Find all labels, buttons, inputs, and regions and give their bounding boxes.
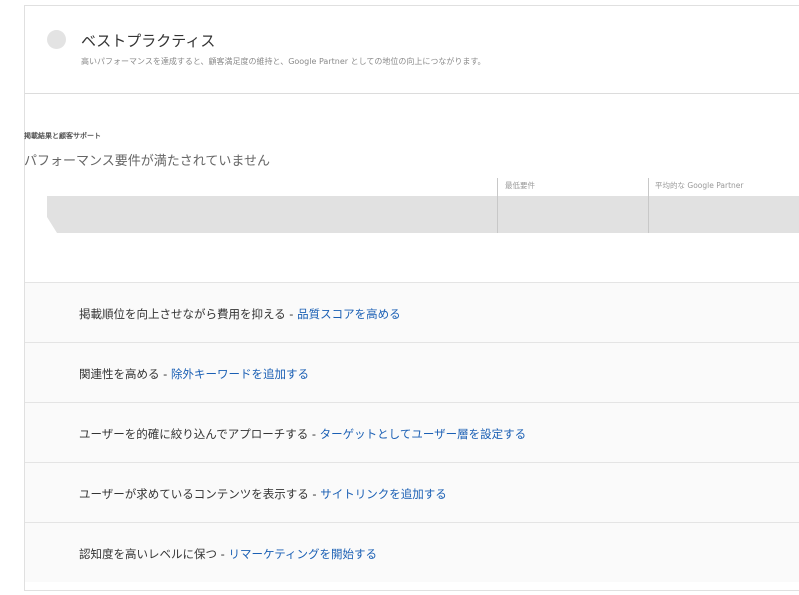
separator: - [308,487,321,501]
separator: - [308,427,320,441]
recommendation-text: ユーザーが求めているコンテンツを表示する [79,487,309,501]
separator: - [217,547,229,561]
recommendation-link[interactable]: サイトリンクを追加する [320,487,447,501]
page-subtitle: 高いパフォーマンスを達成すると、顧客満足度の維持と、Google Partner… [81,57,486,66]
recommendation-text: 掲載順位を向上させながら費用を抑える [79,307,286,321]
recommendation-text: 認知度を高いレベルに保つ [79,547,217,561]
list-item: 関連性を高める - 除外キーワードを追加する [25,342,799,402]
separator: - [285,307,298,321]
separator: - [159,367,171,381]
minimum-marker [497,178,498,233]
recommendation-text: 関連性を高める [79,367,160,381]
recommendation-link[interactable]: ターゲットとしてユーザー層を設定する [320,427,526,441]
page-title: ベストプラクティス [81,32,216,50]
list-item: ユーザーを的確に絞り込んでアプローチする - ターゲットとしてユーザー層を設定す… [25,402,799,462]
section-heading: 掲載結果と顧客サポート [24,132,101,140]
recommendation-list: 掲載順位を向上させながら費用を抑える - 品質スコアを高める 関連性を高める -… [25,282,799,582]
column-header-average-partner: 平均的な Google Partner [655,181,744,190]
bar-notch [47,217,57,233]
performance-bar [47,196,799,233]
list-item: 掲載順位を向上させながら費用を抑える - 品質スコアを高める [25,282,799,342]
recommendation-link[interactable]: 除外キーワードを追加する [171,367,309,381]
recommendation-link[interactable]: リマーケティングを開始する [228,547,377,561]
column-header-minimum: 最低要件 [505,181,535,190]
list-item: ユーザーが求めているコンテンツを表示する - サイトリンクを追加する [25,462,799,522]
status-indicator-icon [47,30,66,49]
card-header: ベストプラクティス 高いパフォーマンスを達成すると、顧客満足度の維持と、Goog… [25,6,799,94]
recommendation-text: ユーザーを的確に絞り込んでアプローチする [79,427,309,441]
performance-status: パフォーマンス要件が満たされていません [24,154,270,169]
recommendation-link[interactable]: 品質スコアを高める [297,307,401,321]
average-partner-marker [648,178,649,233]
list-item: 認知度を高いレベルに保つ - リマーケティングを開始する [25,522,799,582]
